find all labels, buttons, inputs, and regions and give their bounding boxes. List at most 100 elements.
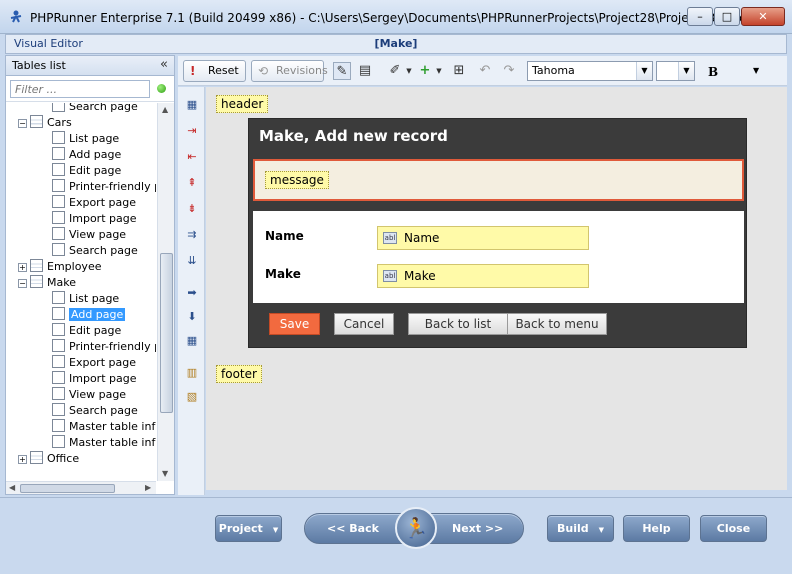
pages-icon[interactable]: ▥ [184,365,200,381]
grid-layout-icon[interactable]: ▦ [184,333,200,349]
make-field-label: Make [265,267,301,281]
name-field-value: Name [404,231,440,245]
project-dropdown-icon: ▼ [272,526,279,534]
cancel-button[interactable]: Cancel [334,313,394,335]
tree-vertical-scrollbar[interactable]: ▲ ▼ [157,103,174,481]
revisions-button[interactable]: ⟲ Revisions [251,60,328,82]
cell-properties-icon[interactable]: ▤ [356,62,374,80]
tables-tree: Search page − Cars List page Add page Edit pa… [6,103,156,481]
tree-page-node[interactable]: View page [52,387,126,403]
page-icon [52,147,65,160]
edit-mode-icon[interactable]: ✎ [333,62,351,80]
save-button[interactable]: Save [269,313,320,335]
font-size-dropdown-icon[interactable]: ▼ [678,62,694,80]
tree-node-label: Search page [69,404,138,417]
close-window-button[interactable]: ✕ [741,7,785,26]
make-field[interactable]: abl Make [377,264,589,288]
toolbar-more-icon[interactable]: ▼ [753,66,759,75]
tree-page-node[interactable]: Import page [52,371,136,387]
insert-column-right-icon[interactable]: ⇟ [184,201,200,217]
name-field[interactable]: abl Name [377,226,589,250]
tree-table-node[interactable]: − Cars [18,115,72,131]
run-icon[interactable]: 🏃 [395,507,437,549]
tree-page-node[interactable]: Search page [52,403,138,419]
horizontal-scroll-thumb[interactable] [20,484,115,493]
move-down-icon[interactable]: ⬇ [184,309,200,325]
filter-input[interactable]: Filter ... [10,80,150,98]
tree-page-node[interactable]: Export page [52,195,136,211]
vertical-scroll-thumb[interactable] [160,253,173,413]
tree-page-node[interactable]: Printer-friendly pa [52,179,156,195]
help-button[interactable]: Help [623,515,690,542]
page-icon [52,403,65,416]
collapse-panel-icon[interactable]: « [160,57,168,72]
next-button[interactable]: Next >> [452,522,503,535]
scroll-down-icon[interactable]: ▼ [162,469,168,478]
minimize-button[interactable]: – [687,7,713,26]
insert-dropdown-icon[interactable]: ▼ [430,62,448,80]
tree-page-node[interactable]: Printer-friendly pa [52,339,156,355]
font-family-dropdown-icon[interactable]: ▼ [636,62,652,80]
tree-node-label: Import page [69,372,137,385]
tree-node-label: Export page [69,356,136,369]
tree-page-node[interactable]: Master table info [52,435,156,451]
tree-page-node[interactable]: Search page [52,243,138,259]
bold-button[interactable]: B [708,65,718,79]
tree-node-label: Printer-friendly pa [69,340,156,353]
tree-page-node[interactable]: Edit page [52,163,121,179]
merge-cells-icon[interactable]: ⇊ [184,253,200,269]
collapse-node-icon[interactable]: − [18,119,27,128]
reset-label: Reset [208,64,239,77]
font-size-select[interactable]: ▼ [656,61,695,81]
reset-button[interactable]: ! Reset [183,60,246,82]
back-to-list-button[interactable]: Back to list [408,313,508,335]
tree-node-label: Add page [69,148,122,161]
redo-icon[interactable]: ↷ [500,62,518,80]
page-icon [52,387,65,400]
message-block[interactable]: message [265,171,329,189]
build-button[interactable]: Build ▼ [547,515,614,542]
message-area[interactable]: message [253,159,744,201]
tree-page-node[interactable]: Import page [52,211,136,227]
tree-table-node[interactable]: + Office [18,451,79,467]
scroll-up-icon[interactable]: ▲ [162,105,168,114]
tree-page-node[interactable]: List page [52,131,119,147]
close-button[interactable]: Close [700,515,767,542]
scroll-left-icon[interactable]: ◀ [9,483,15,492]
undo-icon[interactable]: ↶ [476,62,494,80]
tree-page-node[interactable]: List page [52,291,119,307]
move-right-icon[interactable]: ➡ [184,285,200,301]
tree-horizontal-scrollbar[interactable]: ◀ ▶ [6,481,156,494]
tree-table-node[interactable]: + Employee [18,259,101,275]
tree-page-node[interactable]: Add page [52,307,126,323]
split-cells-icon[interactable]: ⇉ [184,227,200,243]
insert-row-above-icon[interactable]: ⇥ [184,123,200,139]
page-settings-icon[interactable]: ▧ [184,389,200,405]
scroll-right-icon[interactable]: ▶ [145,483,151,492]
back-to-menu-button[interactable]: Back to menu [507,313,607,335]
tree-page-node[interactable]: Export page [52,355,136,371]
insert-column-left-icon[interactable]: ⇞ [184,175,200,191]
maximize-button[interactable]: □ [714,7,740,26]
tree-page-node[interactable]: Master table info [52,419,156,435]
expand-node-icon[interactable]: + [18,455,27,464]
table-grid-icon[interactable]: ▦ [184,97,200,113]
tree-page-node[interactable]: Add page [52,147,121,163]
project-button[interactable]: Project ▼ [215,515,282,542]
header-block[interactable]: header [216,95,269,113]
expand-node-icon[interactable]: + [18,263,27,272]
insert-row-below-icon[interactable]: ⇤ [184,149,200,165]
collapse-node-icon[interactable]: − [18,279,27,288]
tree-node-label: Add page [69,308,126,321]
tree-page-node[interactable]: View page [52,227,126,243]
footer-block[interactable]: footer [216,365,262,383]
text-field-icon: abl [383,232,397,244]
tree-layout-icon[interactable]: ⊞ [450,62,468,80]
back-button[interactable]: << Back [327,522,379,535]
page-icon [52,103,65,112]
tree-table-node[interactable]: − Make [18,275,76,291]
tree-page-node[interactable]: Edit page [52,323,121,339]
font-family-select[interactable]: Tahoma ▼ [527,61,653,81]
dialog-title: Make, Add new record [259,127,448,145]
tree-page-node[interactable]: Search page [52,103,138,115]
